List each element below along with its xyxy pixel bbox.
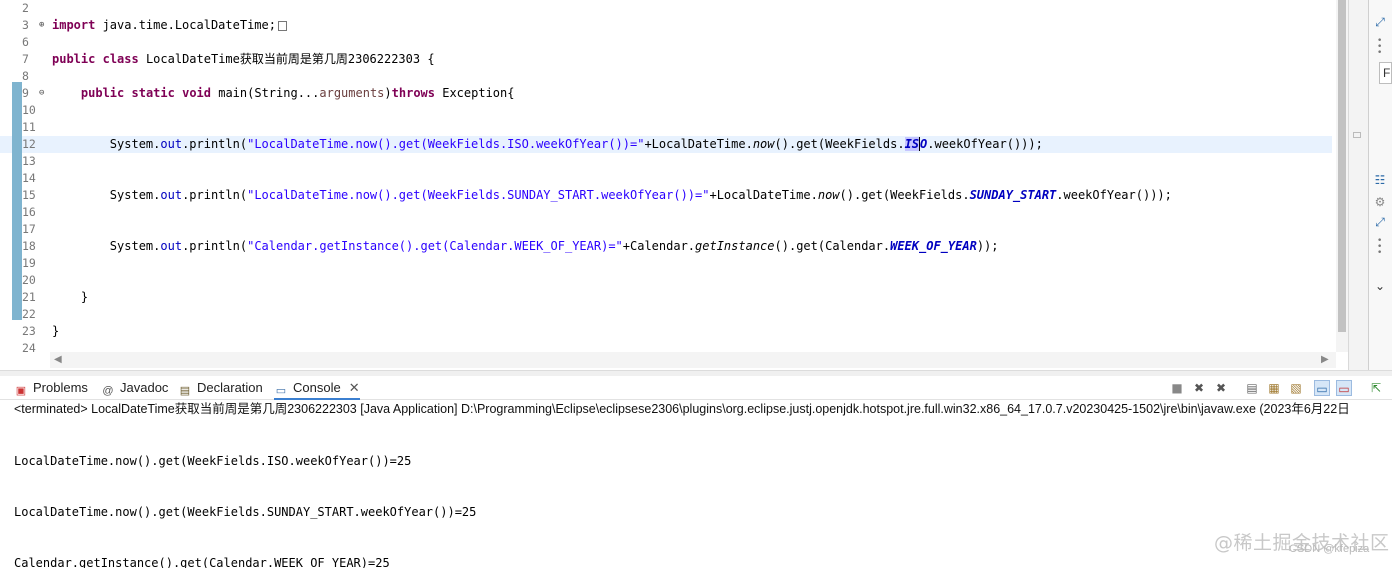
line-number: 17 bbox=[22, 222, 36, 236]
view-menu-dots-icon-2[interactable]: • • • bbox=[1377, 237, 1383, 258]
code-line[interactable]: 23} bbox=[0, 323, 1332, 340]
watermark-sub: CSDN @kfepiza bbox=[1289, 543, 1370, 555]
tab-label: Javadoc bbox=[120, 380, 169, 395]
code-line[interactable]: 19 bbox=[0, 255, 1332, 272]
line-number: 24 bbox=[22, 341, 36, 355]
chevron-down-icon[interactable]: ⌄ bbox=[1372, 278, 1388, 294]
line-number: 10 bbox=[22, 103, 36, 117]
task-list-icon[interactable]: ⚙ bbox=[1372, 194, 1388, 210]
collapse-icon[interactable]: ⤢ bbox=[1372, 14, 1388, 30]
code-line[interactable]: 22 bbox=[0, 306, 1332, 323]
minimized-view-sash[interactable] bbox=[1353, 132, 1361, 138]
code-line[interactable]: 11 bbox=[0, 119, 1332, 136]
remove-launch-icon[interactable]: ✖ bbox=[1191, 380, 1207, 396]
clear-console-icon[interactable]: ▤ bbox=[1244, 380, 1260, 396]
console-icon: ▭ bbox=[275, 385, 287, 397]
line-number: 19 bbox=[22, 256, 36, 270]
javadoc-icon: @ bbox=[102, 385, 114, 397]
line-number: 13 bbox=[22, 154, 36, 168]
line-number: 15 bbox=[22, 188, 36, 202]
code-text: import java.time.LocalDateTime; bbox=[52, 17, 287, 34]
line-number: 2 bbox=[22, 1, 29, 15]
line-number: 12 bbox=[22, 137, 36, 151]
code-text: public class LocalDateTime获取当前周是第几周23062… bbox=[52, 52, 435, 66]
tab-label: Declaration bbox=[197, 380, 263, 395]
show-on-stdout-icon[interactable]: ▭ bbox=[1314, 380, 1330, 396]
editor-vertical-scroll-thumb[interactable] bbox=[1338, 0, 1346, 332]
line-number: 20 bbox=[22, 273, 36, 287]
problems-icon: ▣ bbox=[15, 385, 27, 397]
code-line[interactable]: 17 bbox=[0, 221, 1332, 238]
line-number: 22 bbox=[22, 307, 36, 321]
line-number: 14 bbox=[22, 171, 36, 185]
code-line[interactable]: 13 bbox=[0, 153, 1332, 170]
show-on-stderr-icon[interactable]: ▭ bbox=[1336, 380, 1352, 396]
code-line[interactable]: 2 bbox=[0, 0, 1332, 17]
code-line[interactable]: 7 public class LocalDateTime获取当前周是第几周2306… bbox=[0, 51, 1332, 68]
code-line[interactable]: 3 ⊕ import java.time.LocalDateTime; bbox=[0, 17, 1332, 34]
collapse-fold-icon[interactable]: ⊖ bbox=[39, 85, 44, 102]
view-menu-dots-icon[interactable]: • • • bbox=[1377, 37, 1383, 58]
declaration-icon: ▤ bbox=[179, 385, 191, 397]
terminate-icon[interactable]: ■ bbox=[1169, 380, 1185, 396]
code-line[interactable]: 10 bbox=[0, 102, 1332, 119]
code-line[interactable]: 20 bbox=[0, 272, 1332, 289]
console-output[interactable]: LocalDateTime.now().get(WeekFields.ISO.w… bbox=[14, 419, 476, 568]
console-line: Calendar.getInstance().get(Calendar.WEEK… bbox=[14, 556, 390, 568]
line-number: 11 bbox=[22, 120, 36, 134]
code-line[interactable]: 18 System.out.println("Calendar.getInsta… bbox=[0, 238, 1332, 255]
line-number: 18 bbox=[22, 239, 36, 253]
code-text: System.out.println("LocalDateTime.now().… bbox=[52, 188, 1172, 202]
console-launch-description: <terminated> LocalDateTime获取当前周是第几周23062… bbox=[14, 402, 1350, 416]
code-line[interactable]: 21 } bbox=[0, 289, 1332, 306]
console-line: LocalDateTime.now().get(WeekFields.ISO.w… bbox=[14, 454, 412, 468]
line-number: 7 bbox=[22, 52, 29, 66]
code-line[interactable]: 6 bbox=[0, 34, 1332, 51]
close-icon[interactable]: ✕ bbox=[349, 380, 360, 395]
code-text: } bbox=[52, 290, 89, 304]
outline-icon[interactable]: ☷ bbox=[1372, 172, 1388, 188]
tab-label: Console bbox=[293, 380, 341, 395]
line-number: 21 bbox=[22, 290, 36, 304]
tab-declaration[interactable]: ▤ Declaration bbox=[178, 376, 263, 400]
collapsed-imports-icon[interactable] bbox=[277, 20, 287, 31]
remove-all-terminated-icon[interactable]: ✖ bbox=[1213, 380, 1229, 396]
scroll-left-arrow-icon[interactable]: ◀ bbox=[54, 352, 62, 368]
java-editor[interactable]: 2 3 ⊕ import java.time.LocalDateTime; 6 7 publ… bbox=[0, 0, 1348, 370]
console-line: LocalDateTime.now().get(WeekFields.SUNDA… bbox=[14, 505, 477, 519]
word-wrap-icon[interactable]: ▧ bbox=[1288, 380, 1304, 396]
code-line[interactable]: 14 bbox=[0, 170, 1332, 187]
line-number: 8 bbox=[22, 69, 29, 83]
line-number: 23 bbox=[22, 324, 36, 338]
code-line[interactable]: 9 ⊖ public static void main(String...argu… bbox=[0, 85, 1332, 102]
line-number: 6 bbox=[22, 35, 29, 49]
scroll-lock-icon[interactable]: ▦ bbox=[1266, 380, 1282, 396]
change-marker bbox=[12, 82, 22, 320]
tab-javadoc[interactable]: @ Javadoc bbox=[101, 376, 168, 400]
code-text: System.out.println("LocalDateTime.now().… bbox=[52, 137, 1043, 151]
code-line[interactable]: 12 System.out.println("LocalDateTime.now… bbox=[0, 136, 1332, 153]
code-line[interactable]: 15 System.out.println("LocalDateTime.now… bbox=[0, 187, 1332, 204]
code-line[interactable]: 8 bbox=[0, 68, 1332, 85]
editor-horizontal-scrollbar[interactable] bbox=[50, 352, 1336, 368]
pin-icon[interactable]: ⤢ bbox=[1372, 214, 1388, 230]
scroll-right-arrow-icon[interactable]: ▶ bbox=[1321, 352, 1329, 368]
code-line[interactable]: 16 bbox=[0, 204, 1332, 221]
line-number: 16 bbox=[22, 205, 36, 219]
find-field[interactable]: Fi bbox=[1379, 62, 1392, 84]
tab-problems[interactable]: ▣ Problems bbox=[14, 376, 88, 400]
code-text: } bbox=[52, 324, 60, 338]
tab-console[interactable]: ▭ Console ✕ bbox=[274, 376, 360, 400]
pin-console-icon[interactable]: ⇱ bbox=[1368, 380, 1384, 396]
code-text: System.out.println("Calendar.getInstance… bbox=[52, 239, 999, 253]
tab-label: Problems bbox=[33, 380, 88, 395]
code-text: public static void main(String...argumen… bbox=[80, 86, 515, 100]
expand-fold-icon[interactable]: ⊕ bbox=[39, 17, 44, 34]
